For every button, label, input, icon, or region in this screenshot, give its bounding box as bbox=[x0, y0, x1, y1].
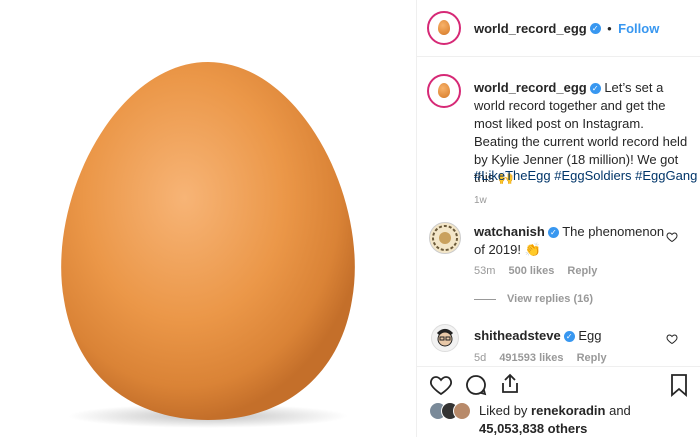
post-photo[interactable] bbox=[0, 0, 416, 437]
comment-like-heart-icon[interactable] bbox=[666, 231, 678, 243]
comment-2-meta: 5d 491593 likes Reply bbox=[474, 352, 607, 364]
caption-avatar[interactable] bbox=[427, 74, 461, 108]
author-avatar[interactable] bbox=[427, 11, 461, 45]
commenter-avatar[interactable] bbox=[431, 324, 459, 352]
likes-user[interactable]: renekoradin bbox=[531, 403, 605, 418]
view-replies-button[interactable]: View replies (16) bbox=[507, 293, 593, 305]
bookmark-icon[interactable] bbox=[668, 373, 690, 397]
share-icon[interactable] bbox=[498, 372, 522, 396]
verified-badge-icon: ✓ bbox=[563, 331, 575, 343]
likes-count[interactable]: 45,053,838 others bbox=[479, 421, 587, 436]
post-header: world_record_egg ✓ • Follow bbox=[417, 0, 700, 57]
lion-icon bbox=[432, 225, 458, 251]
post-time[interactable]: 1w bbox=[474, 195, 487, 206]
comment-time[interactable]: 53m bbox=[474, 265, 495, 277]
verified-badge-icon: ✓ bbox=[547, 227, 559, 239]
comment-icon[interactable] bbox=[464, 373, 488, 397]
reply-button[interactable]: Reply bbox=[567, 265, 597, 277]
follow-button[interactable]: Follow bbox=[618, 21, 659, 36]
reply-button[interactable]: Reply bbox=[577, 352, 607, 364]
likes-prefix: Liked by bbox=[479, 403, 528, 418]
heart-icon[interactable] bbox=[429, 373, 453, 397]
egg-avatar-icon bbox=[438, 20, 450, 35]
actions-divider bbox=[417, 366, 700, 367]
post-panel: world_record_egg ✓ • Follow world_record_… bbox=[417, 0, 700, 437]
comment-2: shitheadsteve ✓ Egg bbox=[474, 327, 601, 345]
comment-time[interactable]: 5d bbox=[474, 352, 486, 364]
commenter-avatar[interactable] bbox=[429, 222, 461, 254]
comment-text: Egg bbox=[578, 328, 602, 343]
caption-username[interactable]: world_record_egg bbox=[474, 80, 587, 95]
comment-likes[interactable]: 500 likes bbox=[508, 265, 554, 277]
egg-avatar-icon bbox=[438, 83, 450, 98]
comment-like-heart-icon[interactable] bbox=[666, 333, 678, 345]
comment-username[interactable]: watchanish bbox=[474, 224, 545, 239]
comment-likes[interactable]: 491593 likes bbox=[499, 352, 563, 364]
verified-badge-icon: ✓ bbox=[589, 83, 601, 95]
comment-username[interactable]: shitheadsteve bbox=[474, 328, 561, 343]
author-username[interactable]: world_record_egg bbox=[474, 21, 587, 36]
separator-dot: • bbox=[607, 21, 612, 36]
replies-line bbox=[474, 299, 496, 300]
face-icon bbox=[436, 329, 454, 347]
verified-badge-icon: ✓ bbox=[589, 23, 601, 35]
likes-and: and bbox=[609, 403, 631, 418]
comment-1-meta: 53m 500 likes Reply bbox=[474, 265, 597, 277]
likes-summary: Liked by renekoradin and 45,053,838 othe… bbox=[479, 402, 694, 438]
comment-1: watchanish ✓ The phenomenon of 2019! 👏 bbox=[474, 223, 674, 259]
hashtags[interactable]: #LikeTheEgg #EggSoldiers #EggGang bbox=[474, 167, 697, 185]
liker-avatar[interactable] bbox=[453, 402, 471, 420]
egg-image bbox=[61, 62, 355, 428]
